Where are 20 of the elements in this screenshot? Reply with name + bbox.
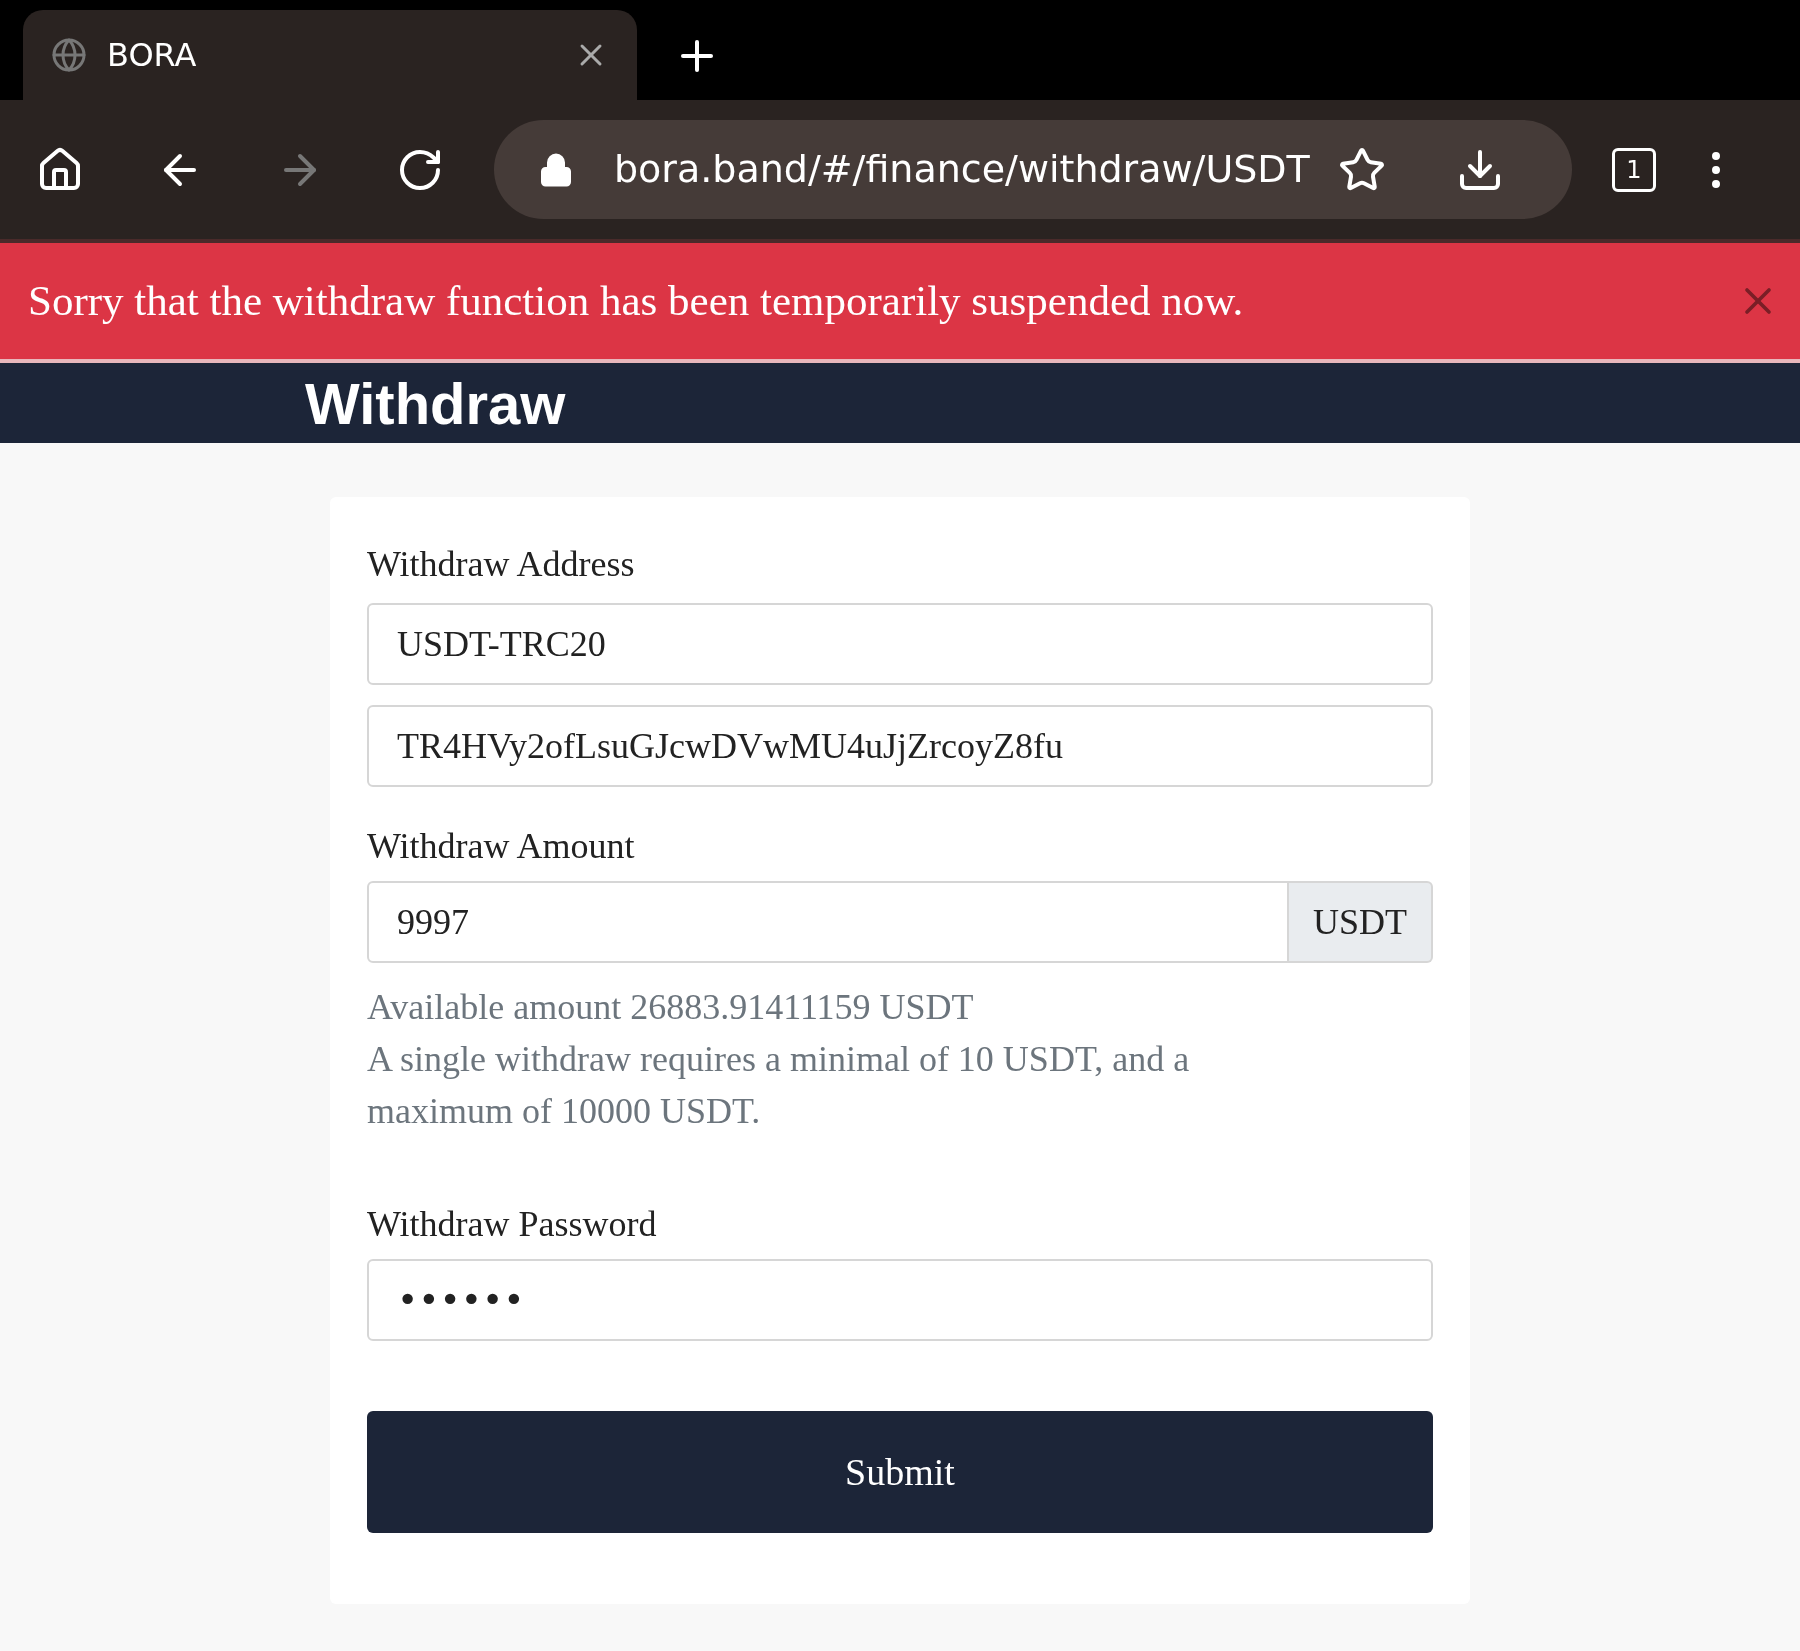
url-text: bora.band/#/finance/withdraw/USDT: [614, 146, 1311, 193]
unit-addon: USDT: [1289, 881, 1433, 963]
available-amount: Available amount 26883.91411159 USDT: [367, 986, 975, 1029]
amount-field[interactable]: 9997: [367, 881, 1289, 963]
password-field[interactable]: ••••••: [367, 1259, 1433, 1341]
submit-button[interactable]: Submit: [367, 1411, 1433, 1533]
field-label: Withdraw Amount: [367, 825, 636, 868]
page-title: Withdraw: [305, 369, 566, 438]
network-field[interactable]: USDT-TRC20: [367, 603, 1433, 685]
field-label: Withdraw Address: [367, 543, 636, 586]
address-bar[interactable]: bora.band/#/finance/withdraw/USDT: [494, 120, 1572, 219]
browser-tab[interactable]: BORA: [23, 10, 637, 100]
field-label: Withdraw Password: [367, 1203, 658, 1246]
alert-message: Sorry that the withdraw function has been temporarily suspended now.: [28, 275, 1245, 326]
globe-icon: [51, 37, 87, 73]
tab-title: BORA: [107, 35, 198, 76]
lock-icon: [538, 151, 574, 188]
limits-note: A single withdraw requires a minimal of 10 USDT, and a maximum of 10000 USDT.: [367, 1038, 1191, 1133]
address-field[interactable]: TR4HVy2ofLsuGJcwDVwMU4uJjZrcoyZ8fu: [367, 705, 1433, 787]
tab-count[interactable]: 1: [1612, 147, 1656, 192]
